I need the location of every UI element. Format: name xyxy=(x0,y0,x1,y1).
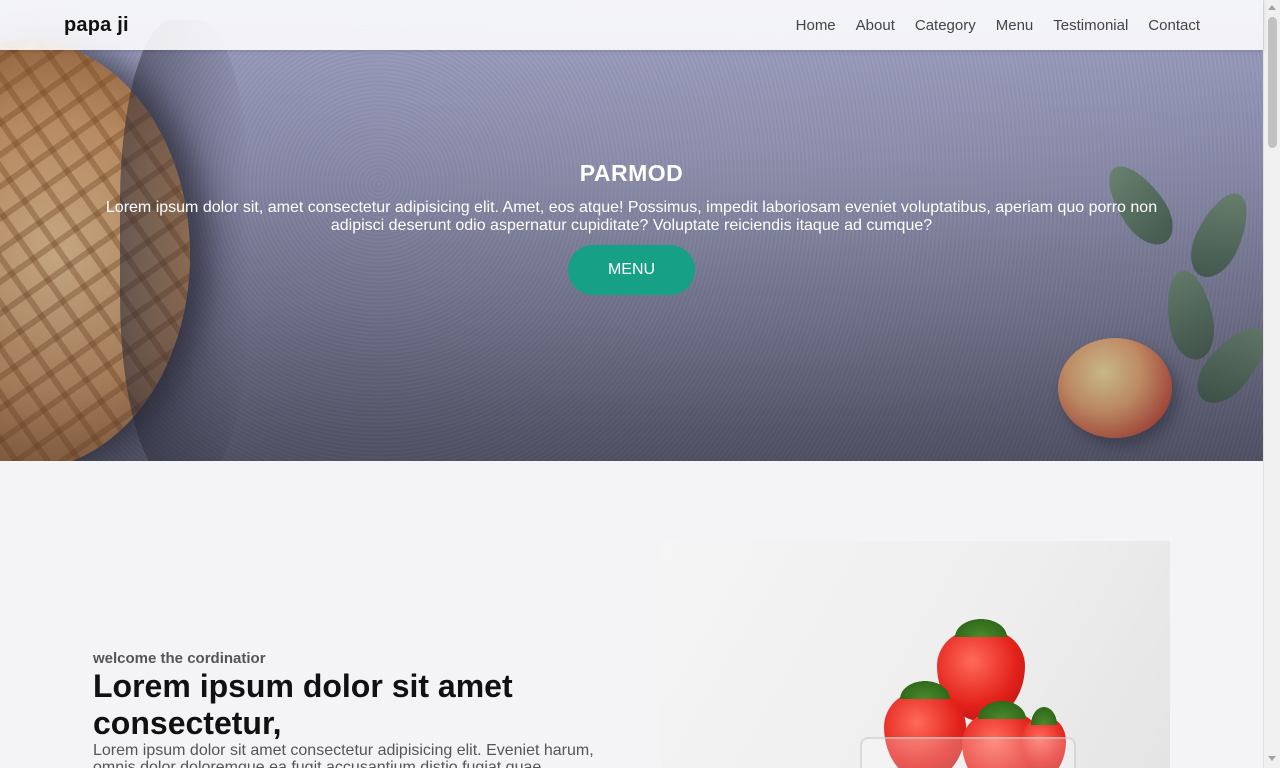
about-text: Lorem ipsum dolor sit amet consectetur a… xyxy=(93,742,594,768)
scroll-thumb[interactable] xyxy=(1268,17,1277,148)
nav-about[interactable]: About xyxy=(856,17,895,34)
site-logo[interactable]: papa ji xyxy=(64,14,129,37)
strawberry-image xyxy=(662,541,1170,768)
scroll-up-icon[interactable] xyxy=(1268,5,1276,10)
about-heading: Lorem ipsum dolor sit amet consectetur, xyxy=(93,668,513,741)
nav-category[interactable]: Category xyxy=(915,17,976,34)
scroll-down-icon[interactable] xyxy=(1268,756,1276,761)
site-header: papa ji Home About Category Menu Testimo… xyxy=(0,0,1263,50)
nav-contact[interactable]: Contact xyxy=(1148,17,1200,34)
main-nav: Home About Category Menu Testimonial Con… xyxy=(796,17,1200,34)
glass-jar xyxy=(860,737,1076,768)
nav-menu[interactable]: Menu xyxy=(996,17,1034,34)
hero-text: Lorem ipsum dolor sit, amet consectetur … xyxy=(105,199,1158,234)
nav-testimonial[interactable]: Testimonial xyxy=(1053,17,1128,34)
hero-content: PARMOD Lorem ipsum dolor sit, amet conse… xyxy=(0,160,1263,295)
menu-button[interactable]: MENU xyxy=(568,245,695,295)
hero-title: PARMOD xyxy=(579,160,684,186)
page-scrollbar[interactable] xyxy=(1263,0,1280,768)
nav-home[interactable]: Home xyxy=(796,17,836,34)
hero-section: PARMOD Lorem ipsum dolor sit, amet conse… xyxy=(0,0,1263,461)
about-subtitle: welcome the cordinatior xyxy=(93,650,266,667)
